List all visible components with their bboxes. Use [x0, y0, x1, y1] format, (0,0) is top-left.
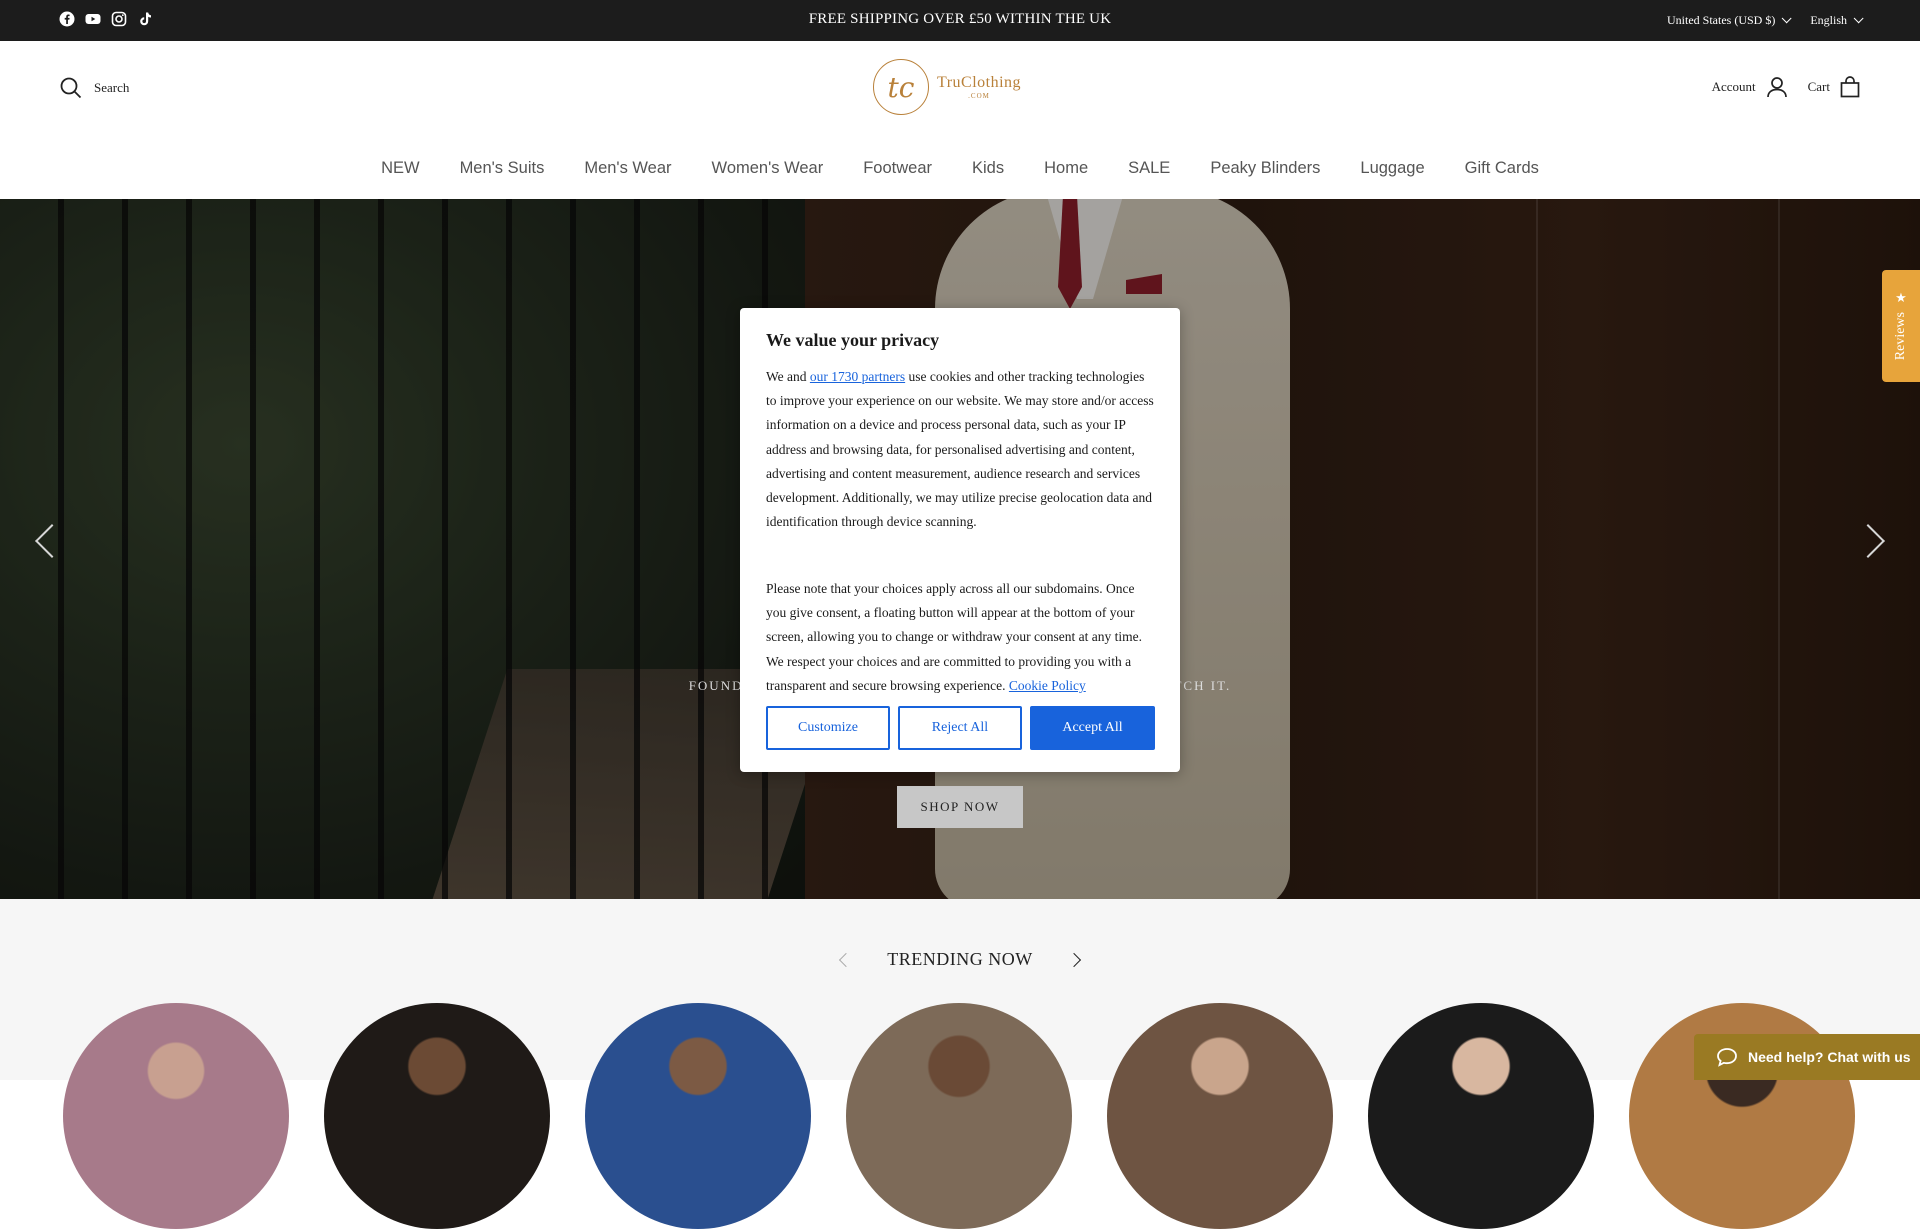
- logo-wordmark: TruClothing .COM: [937, 73, 1022, 100]
- search-button[interactable]: Search: [60, 77, 129, 99]
- trending-product-image[interactable]: [1107, 1003, 1333, 1229]
- nav-item-womens-wear[interactable]: Women's Wear: [692, 159, 844, 178]
- star-icon: ★: [1895, 291, 1907, 307]
- nav-item-peaky-blinders[interactable]: Peaky Blinders: [1190, 159, 1340, 178]
- consent-text: We and: [766, 369, 810, 384]
- consent-text: Please note that your choices apply acro…: [766, 581, 1143, 693]
- nav-item-luggage[interactable]: Luggage: [1340, 159, 1444, 178]
- reviews-tab[interactable]: ★ Reviews: [1882, 270, 1920, 382]
- nav-item-gift-cards[interactable]: Gift Cards: [1445, 159, 1559, 178]
- site-header: Search tc TruClothing .COM Account Cart: [0, 41, 1920, 138]
- site-logo[interactable]: tc TruClothing .COM: [873, 59, 1021, 115]
- announcement-bar: FREE SHIPPING OVER £50 WITHIN THE UK Uni…: [0, 0, 1920, 41]
- trending-product-image[interactable]: [63, 1003, 289, 1229]
- nav-item-mens-suits[interactable]: Men's Suits: [440, 159, 565, 178]
- trending-product-image[interactable]: [585, 1003, 811, 1229]
- main-navigation: NEW Men's Suits Men's Wear Women's Wear …: [0, 137, 1920, 200]
- trending-next-icon[interactable]: [1066, 952, 1081, 967]
- customize-button[interactable]: Customize: [766, 706, 890, 750]
- account-icon: [1766, 77, 1787, 98]
- language-label: English: [1810, 13, 1847, 27]
- trending-product-image[interactable]: [1368, 1003, 1594, 1229]
- nav-item-home[interactable]: Home: [1024, 159, 1108, 178]
- account-label: Account: [1711, 79, 1756, 94]
- trending-title: TRENDING NOW: [887, 949, 1033, 969]
- cart-label: Cart: [1807, 79, 1830, 94]
- chat-bubble-icon: [1717, 1048, 1737, 1067]
- cookie-consent-dialog: We value your privacy We and our 1730 pa…: [740, 308, 1180, 772]
- locale-selectors: United States (USD $) English: [1667, 13, 1864, 28]
- country-selector[interactable]: United States (USD $): [1667, 13, 1792, 28]
- cookie-policy-link[interactable]: Cookie Policy: [1009, 678, 1086, 693]
- language-selector[interactable]: English: [1810, 13, 1864, 28]
- nav-item-footwear[interactable]: Footwear: [843, 159, 952, 178]
- consent-actions: Customize Reject All Accept All: [766, 706, 1155, 750]
- chevron-down-icon: [1781, 13, 1792, 24]
- nav-item-mens-wear[interactable]: Men's Wear: [564, 159, 691, 178]
- logo-word: TruClothing: [937, 73, 1022, 91]
- trending-product-image[interactable]: [324, 1003, 550, 1229]
- chat-widget-button[interactable]: Need help? Chat with us: [1694, 1034, 1920, 1080]
- nav-item-sale[interactable]: SALE: [1108, 159, 1190, 178]
- hero-tagline-left: FOUND: [688, 678, 744, 693]
- consent-description: We and our 1730 partners use cookies and…: [766, 365, 1156, 534]
- country-label: United States (USD $): [1667, 13, 1776, 27]
- search-label: Search: [94, 80, 130, 95]
- consent-text: use cookies and other tracking technolog…: [766, 369, 1154, 530]
- consent-title: We value your privacy: [766, 330, 940, 350]
- header-actions: Account Cart: [1712, 76, 1860, 98]
- accept-all-button[interactable]: Accept All: [1030, 706, 1155, 750]
- nav-item-new[interactable]: NEW: [361, 159, 440, 178]
- shop-now-button[interactable]: SHOP NOW: [897, 786, 1023, 828]
- announcement-text: FREE SHIPPING OVER £50 WITHIN THE UK: [808, 11, 1112, 27]
- search-icon: [60, 77, 82, 99]
- reject-all-button[interactable]: Reject All: [898, 706, 1022, 750]
- trending-prev-icon[interactable]: [839, 952, 854, 967]
- logo-sub: .COM: [968, 91, 990, 100]
- account-link[interactable]: Account: [1712, 76, 1788, 98]
- partners-link[interactable]: our 1730 partners: [810, 369, 905, 384]
- logo-mark: tc: [873, 59, 929, 115]
- trending-header: TRENDING NOW: [0, 949, 1920, 970]
- consent-subdomain-note: Please note that your choices apply acro…: [766, 577, 1156, 698]
- cart-link[interactable]: Cart: [1808, 76, 1860, 98]
- trending-section: TRENDING NOW: [0, 899, 1920, 1229]
- reviews-label: Reviews: [1893, 312, 1908, 361]
- hero-tagline-right: TCH IT.: [1173, 678, 1232, 693]
- trending-product-image[interactable]: [846, 1003, 1072, 1229]
- cart-bag-icon: [1840, 76, 1860, 98]
- nav-item-kids[interactable]: Kids: [952, 159, 1024, 178]
- chat-label: Need help? Chat with us: [1748, 1049, 1911, 1065]
